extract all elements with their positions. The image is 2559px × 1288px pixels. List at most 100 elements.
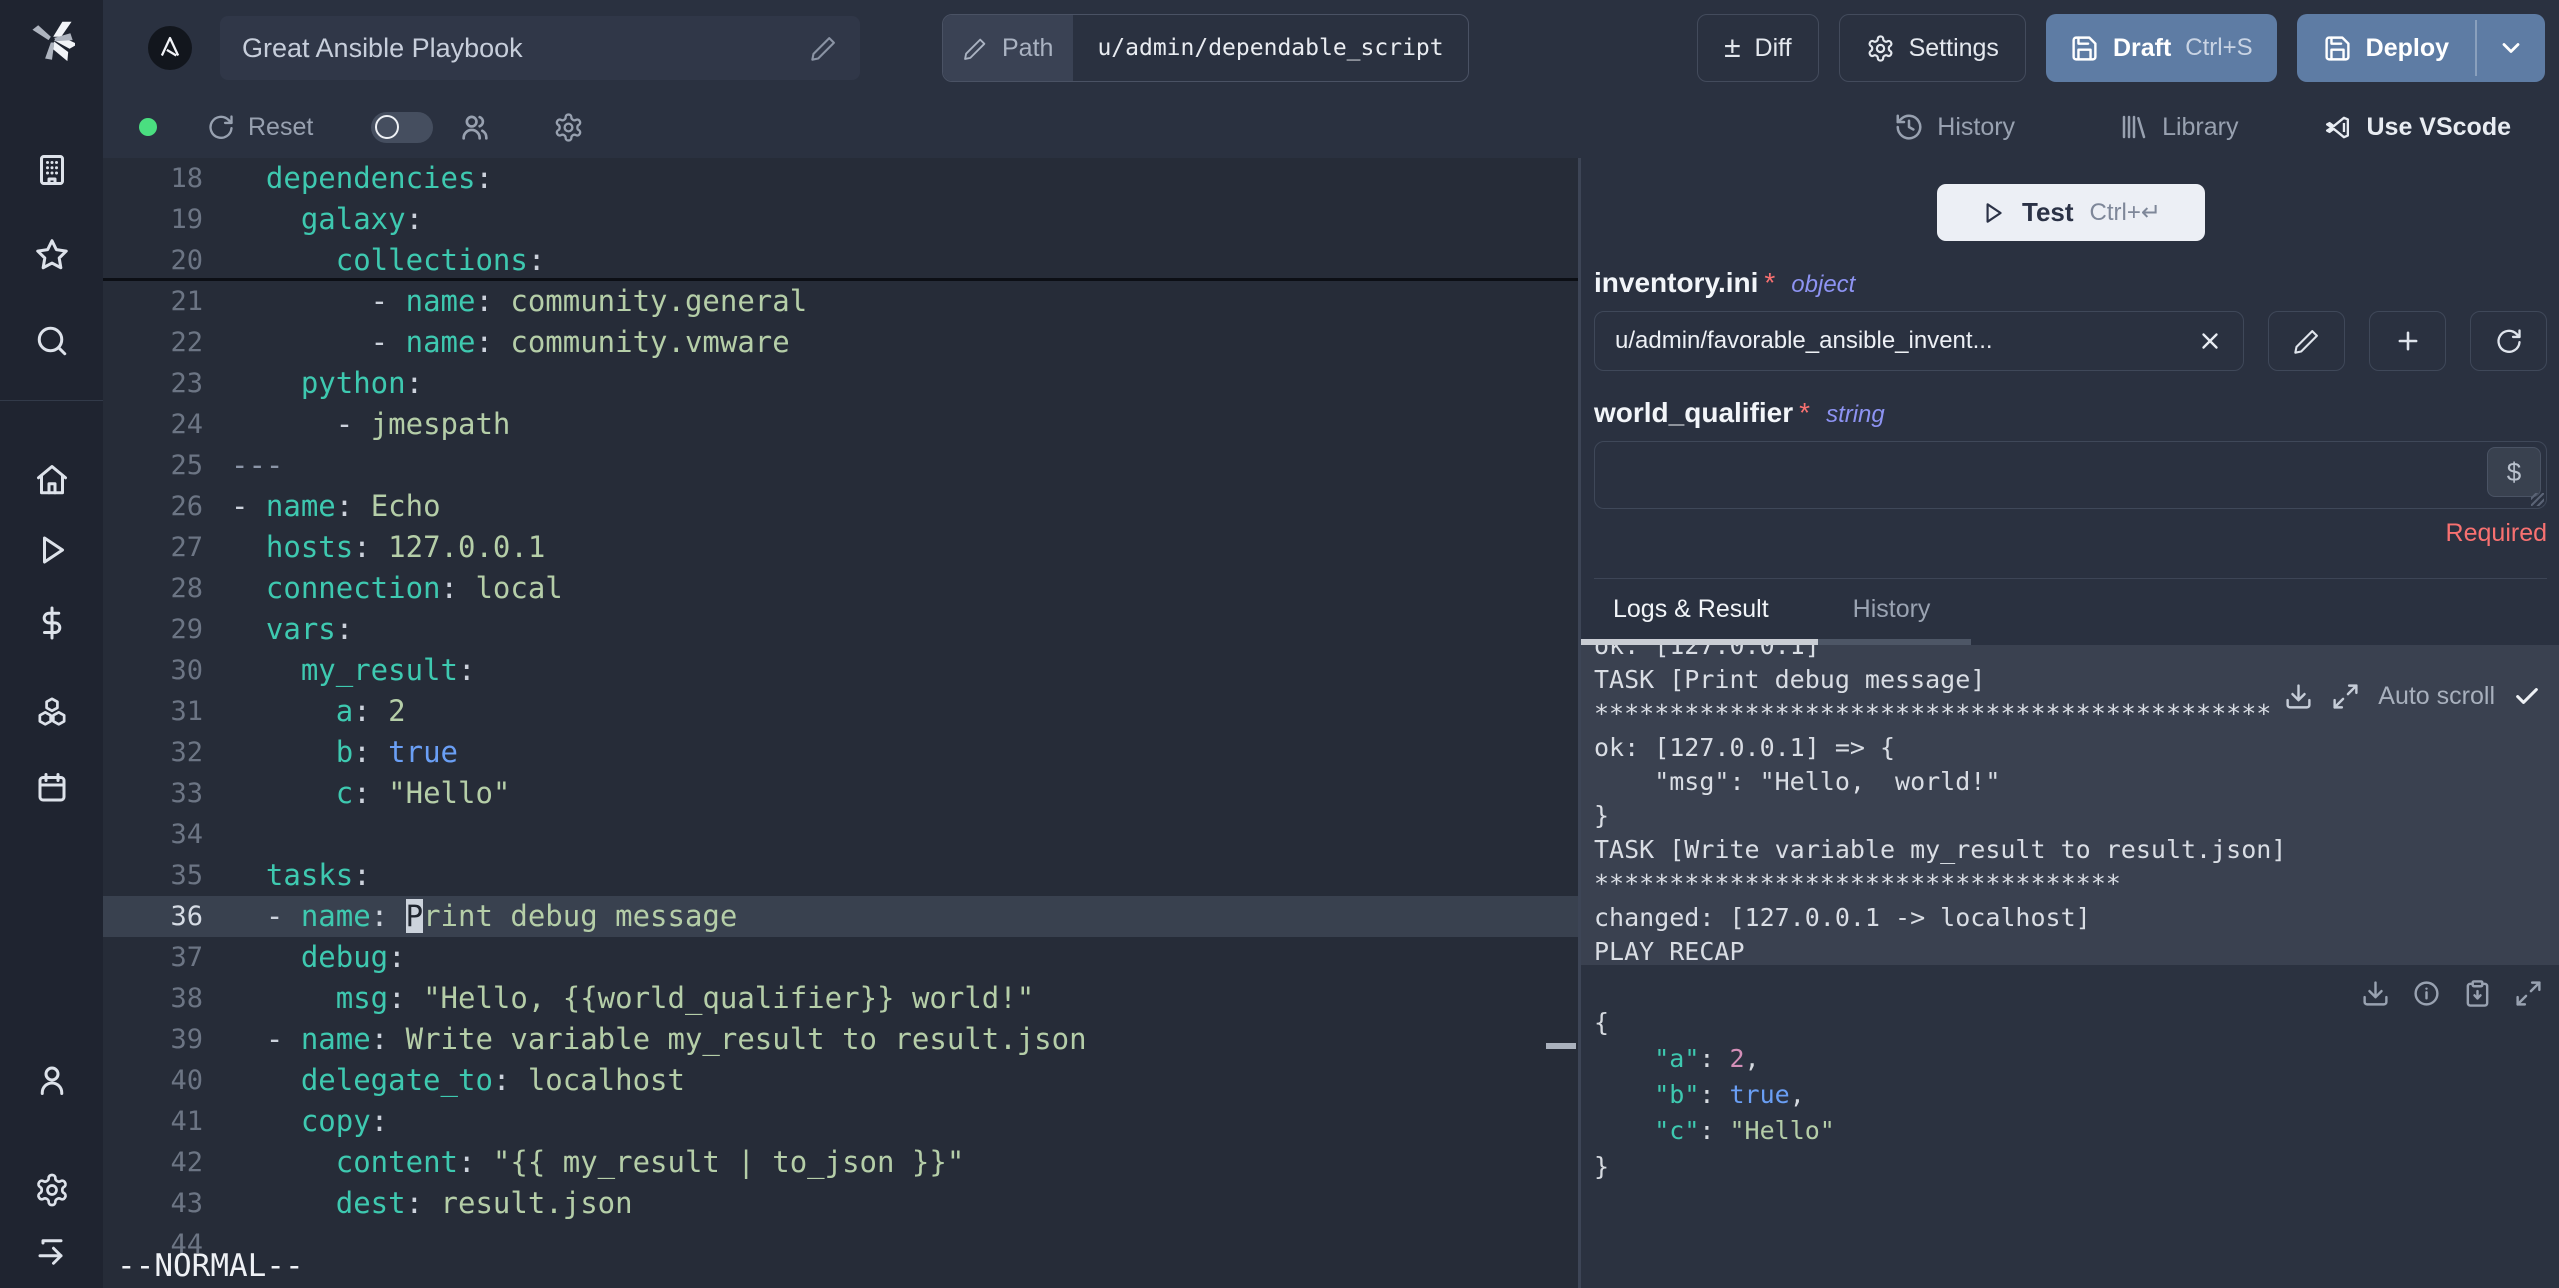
- download-result-icon[interactable]: [2361, 979, 2390, 1008]
- code-line-44[interactable]: 44: [103, 1224, 1578, 1265]
- line-text: python:: [300, 366, 424, 400]
- reset-button[interactable]: Reset: [207, 113, 313, 142]
- diff-mode-toggle[interactable]: [371, 111, 434, 143]
- code-line-31[interactable]: 31 a: 2: [103, 691, 1578, 732]
- line-number: 40: [170, 1065, 203, 1096]
- result-line: }: [1594, 1152, 1610, 1181]
- collaborators-icon[interactable]: [459, 111, 491, 143]
- code-line-20[interactable]: 20 collections:: [103, 240, 1578, 281]
- code-editor[interactable]: 18 dependencies: 19 galaxy: 20 collections…: [103, 158, 1578, 1288]
- draft-label: Draft: [2112, 33, 2172, 62]
- edit-resource-button[interactable]: [2268, 311, 2345, 371]
- sidebar-item-user[interactable]: [0, 1062, 103, 1098]
- sidebar-item-runs[interactable]: [0, 532, 103, 568]
- code-line-24[interactable]: 24 - jmespath: [103, 404, 1578, 445]
- code-line-38[interactable]: 38 msg: "Hello, {{world_qualifier}} worl…: [103, 978, 1578, 1019]
- history-button[interactable]: History: [1894, 112, 2015, 142]
- library-icon: [2119, 112, 2149, 142]
- code-line-34[interactable]: 34: [103, 814, 1578, 855]
- tab-logs-result[interactable]: Logs & Result: [1613, 595, 1769, 624]
- code-line-25[interactable]: 25 ---: [103, 445, 1578, 486]
- add-resource-button[interactable]: [2369, 311, 2446, 371]
- reset-label: Reset: [248, 112, 314, 141]
- line-number: 19: [170, 204, 203, 235]
- sidebar-item-search[interactable]: [0, 323, 103, 359]
- world-qualifier-input[interactable]: $: [1594, 441, 2547, 509]
- result-panel[interactable]: { "a": 2, "b": true, "c": "Hello"}: [1581, 965, 2559, 1288]
- code-line-39[interactable]: 39 - name: Write variable my_result to r…: [103, 1019, 1578, 1060]
- settings-button[interactable]: Settings: [1838, 14, 2026, 82]
- clear-icon[interactable]: [2197, 328, 2223, 354]
- code-line-19[interactable]: 19 galaxy:: [103, 199, 1578, 240]
- line-number: 41: [170, 1106, 203, 1137]
- code-line-42[interactable]: 42 content: "{{ my_result | to_json }}": [103, 1142, 1578, 1183]
- sidebar-item-variables[interactable]: [0, 605, 103, 641]
- code-line-27[interactable]: 27 hosts: 127.0.0.1: [103, 527, 1578, 568]
- play-icon: [1980, 200, 2006, 226]
- editor-toolbar: Reset History Library Use VScode: [103, 96, 2559, 158]
- settings-label: Settings: [1908, 33, 1999, 62]
- expand-result-icon[interactable]: [2514, 979, 2543, 1008]
- info-icon[interactable]: [2412, 979, 2441, 1008]
- code-line-26[interactable]: 26 - name: Echo: [103, 486, 1578, 527]
- ansible-logo-icon: [148, 26, 192, 70]
- deploy-split-button: Deploy: [2296, 14, 2545, 82]
- code-line-36[interactable]: 36 - name: Print debug message: [103, 896, 1578, 937]
- copy-result-icon[interactable]: [2463, 979, 2492, 1008]
- main-column: Great Ansible Playbook Path u/admin/depe…: [103, 0, 2559, 1288]
- sidebar-item-settings[interactable]: [0, 1172, 103, 1208]
- log-panel[interactable]: ok: [127.0.0.1] TASK [Print debug message…: [1581, 645, 2559, 965]
- refresh-resource-button[interactable]: [2470, 311, 2547, 371]
- code-line-32[interactable]: 32 b: true: [103, 732, 1578, 773]
- result-json: { "a": 2, "b": true, "c": "Hello"}: [1594, 1005, 2559, 1185]
- deploy-button[interactable]: Deploy: [2297, 14, 2475, 82]
- script-title-field[interactable]: Great Ansible Playbook: [220, 16, 860, 80]
- code-line-21[interactable]: 21 - name: community.general: [103, 281, 1578, 322]
- code-line-22[interactable]: 22 - name: community.vmware: [103, 322, 1578, 363]
- code-line-41[interactable]: 41 copy:: [103, 1101, 1578, 1142]
- deploy-dropdown-button[interactable]: [2477, 14, 2545, 82]
- code-line-23[interactable]: 23 python:: [103, 363, 1578, 404]
- auto-scroll-check-icon[interactable]: [2513, 682, 2541, 710]
- code-line-43[interactable]: 43 dest: result.json: [103, 1183, 1578, 1224]
- sidebar-item-favorites[interactable]: [0, 237, 103, 273]
- panel-resize-handle[interactable]: [1546, 1043, 1576, 1049]
- path-field[interactable]: Path u/admin/dependable_script: [942, 14, 1469, 82]
- download-log-icon[interactable]: [2284, 682, 2313, 711]
- sidebar-divider: [0, 400, 103, 401]
- sidebar-collapse-icon[interactable]: [0, 1234, 103, 1270]
- line-text: - name: Echo: [231, 489, 441, 523]
- line-number: 33: [170, 778, 203, 809]
- code-line-35[interactable]: 35 tasks:: [103, 855, 1578, 896]
- sidebar-item-schedules[interactable]: [0, 770, 103, 806]
- code-line-18[interactable]: 18 dependencies:: [103, 158, 1578, 199]
- line-text: vars:: [265, 612, 354, 646]
- edit-title-pencil-icon[interactable]: [810, 34, 838, 62]
- sidebar-item-home[interactable]: [0, 462, 103, 498]
- code-line-40[interactable]: 40 delegate_to: localhost: [103, 1060, 1578, 1101]
- code-line-30[interactable]: 30 my_result:: [103, 650, 1578, 691]
- line-number: 29: [170, 614, 203, 645]
- use-vscode-button[interactable]: Use VScode: [2322, 112, 2511, 143]
- editor-settings-gear-icon[interactable]: [553, 112, 584, 143]
- line-number: 25: [170, 450, 203, 481]
- code-line-33[interactable]: 33 c: "Hello": [103, 773, 1578, 814]
- sidebar-item-workspace[interactable]: [0, 152, 103, 188]
- library-button[interactable]: Library: [2119, 112, 2238, 142]
- diff-button[interactable]: ± Diff: [1697, 14, 1819, 82]
- sidebar-item-resources[interactable]: [0, 694, 103, 730]
- expand-log-icon[interactable]: [2331, 682, 2360, 711]
- result-tabs: Logs & Result History: [1581, 579, 2559, 639]
- path-label-section[interactable]: Path: [943, 15, 1074, 81]
- tab-history[interactable]: History: [1853, 595, 1931, 624]
- insert-variable-button[interactable]: $: [2487, 447, 2541, 497]
- line-text: content: "{{ my_result | to_json }}": [335, 1145, 965, 1179]
- result-toolbar: [2361, 979, 2543, 1008]
- code-line-37[interactable]: 37 debug:: [103, 937, 1578, 978]
- draft-button[interactable]: Draft Ctrl+S: [2045, 14, 2277, 82]
- test-button[interactable]: Test Ctrl+↵: [1936, 184, 2205, 241]
- inventory-resource-input[interactable]: u/admin/favorable_ansible_invent...: [1594, 311, 2244, 371]
- code-line-29[interactable]: 29 vars:: [103, 609, 1578, 650]
- code-line-28[interactable]: 28 connection: local: [103, 568, 1578, 609]
- windmill-logo-icon[interactable]: [0, 16, 103, 62]
